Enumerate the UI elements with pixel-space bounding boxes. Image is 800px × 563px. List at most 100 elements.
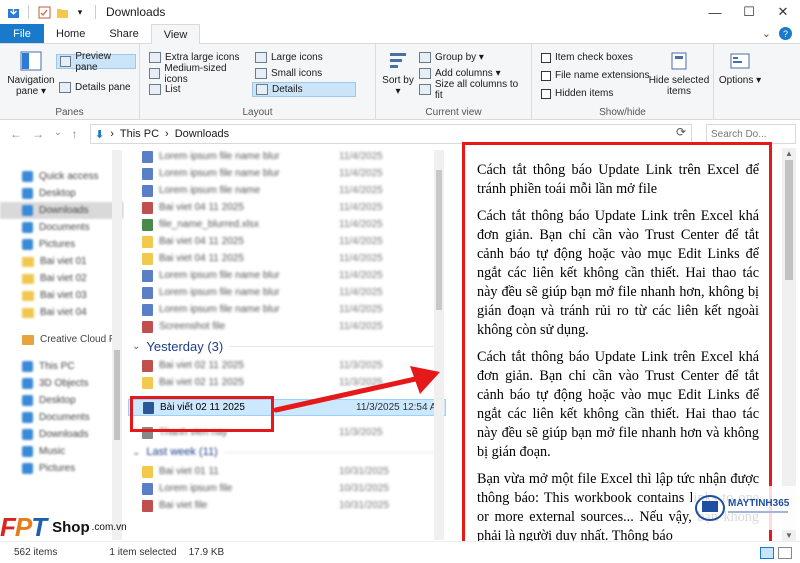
size-all-columns-button[interactable]: Size all columns to fit [416, 79, 530, 101]
scroll-down-icon[interactable]: ▼ [785, 531, 793, 540]
checkbox[interactable] [541, 70, 551, 81]
collapse-ribbon-icon[interactable]: ⌄ [762, 27, 771, 40]
folder-icon [22, 256, 34, 267]
tab-view[interactable]: View [150, 24, 201, 45]
list-item[interactable]: Lorem ipsum file 10/31/2025 [128, 480, 446, 497]
large-icons-view-icon[interactable] [778, 546, 792, 559]
hide-selected-items-button[interactable]: Hide selected items [648, 50, 710, 97]
breadcrumb[interactable]: ⬇ › This PC › Downloads [90, 124, 692, 144]
options-button[interactable]: Options ▾ [718, 50, 762, 86]
nav-item-3d-objects[interactable]: 3D Objects [0, 375, 124, 392]
collapse-chevron-icon[interactable]: ⌄ [132, 341, 140, 352]
scrollbar-thumb[interactable] [114, 350, 120, 440]
file-list-scrollbar[interactable] [434, 150, 444, 540]
list-item[interactable]: Lorem ipsum file name blur 11/4/2025 [128, 148, 446, 165]
forward-arrow-icon[interactable]: → [32, 127, 44, 141]
list-item[interactable]: file_name_blurred.xlsx 11/4/2025 [128, 216, 446, 233]
checkbox[interactable] [541, 88, 551, 99]
breadcrumb-downloads[interactable]: Downloads [175, 128, 229, 140]
new-folder-icon[interactable] [55, 5, 69, 19]
breadcrumb-separator-icon: › [165, 128, 169, 140]
list-item[interactable]: Bai viet file 10/31/2025 [128, 497, 446, 514]
folder-icon [142, 465, 153, 478]
list-item[interactable]: Lorem ipsum file name blur 11/4/2025 [128, 301, 446, 318]
navigation-pane: Quick access Desktop Downloads Documents… [0, 148, 124, 541]
tab-home[interactable]: Home [44, 24, 97, 43]
nav-item-documents[interactable]: Documents [0, 409, 124, 426]
nav-item-creative-cloud[interactable]: Creative Cloud F [0, 331, 124, 348]
list-item[interactable]: Lorem ipsum file name 11/4/2025 [128, 182, 446, 199]
item-check-boxes-toggle[interactable]: Item check boxes [538, 50, 636, 65]
nav-item-folder[interactable]: Bai viet 02 [0, 270, 124, 287]
list-item[interactable]: Bai viet 04 11 2025 11/4/2025 [128, 250, 446, 267]
group-header-yesterday[interactable]: ⌄ Yesterday (3) [128, 335, 446, 357]
preview-scrollbar[interactable]: ▲ ▼ [782, 148, 796, 541]
tab-file[interactable]: File [0, 24, 44, 43]
scroll-up-icon[interactable]: ▲ [785, 149, 793, 158]
tab-share[interactable]: Share [97, 24, 150, 43]
layout-list[interactable]: List [146, 82, 250, 97]
nav-item-pictures[interactable]: Pictures [0, 236, 124, 253]
panes-group: Navigation pane ▾ Preview pane Details p… [0, 44, 140, 120]
maximize-button[interactable]: ☐ [732, 0, 766, 24]
checkbox[interactable] [541, 52, 551, 63]
recent-dropdown-icon[interactable]: ⌄ [54, 127, 62, 141]
layout-medium-icons[interactable]: Medium-sized icons [146, 63, 250, 85]
layout-small-icons[interactable]: Small icons [252, 66, 356, 81]
music-icon [22, 446, 33, 457]
file-name-extensions-toggle[interactable]: File name extensions [538, 68, 653, 83]
sort-by-button[interactable]: Sort by ▾ [382, 50, 414, 97]
nav-item-pictures[interactable]: Pictures [0, 460, 124, 477]
nav-item-desktop[interactable]: Desktop [0, 392, 124, 409]
folder-down-icon[interactable] [6, 5, 20, 19]
properties-icon[interactable] [37, 5, 51, 19]
layout-large-icons[interactable]: Large icons [252, 50, 356, 65]
panes-group-label: Panes [55, 107, 84, 118]
back-arrow-icon[interactable]: ← [10, 127, 22, 141]
nav-item-downloads[interactable]: Downloads [0, 426, 124, 443]
word-file-icon [142, 303, 153, 316]
help-icon[interactable]: ? [779, 27, 792, 40]
collapse-chevron-icon[interactable]: ⌄ [132, 447, 140, 458]
preview-pane-button[interactable]: Preview pane [56, 51, 136, 73]
close-button[interactable]: ✕ [766, 0, 800, 24]
search-input[interactable]: Search Do... [706, 124, 796, 144]
scrollbar-thumb[interactable] [436, 170, 442, 310]
up-arrow-icon[interactable]: ↑ [72, 127, 78, 141]
file-date: 11/4/2025 [339, 253, 383, 264]
nav-item-quick-access[interactable]: Quick access [0, 168, 124, 185]
layout-details[interactable]: Details [252, 82, 356, 97]
list-item[interactable]: Lorem ipsum file name blur 11/4/2025 [128, 284, 446, 301]
refresh-icon[interactable]: ⟳ [676, 125, 686, 139]
nav-item-music[interactable]: Music [0, 443, 124, 460]
list-item[interactable]: Screenshot file 11/4/2025 [128, 318, 446, 335]
nav-item-this-pc[interactable]: This PC [0, 358, 124, 375]
list-item[interactable]: Bai viet 04 11 2025 11/4/2025 [128, 233, 446, 250]
nav-item-downloads[interactable]: Downloads [0, 202, 124, 219]
details-pane-button[interactable]: Details pane [56, 80, 136, 95]
nav-pane-scrollbar[interactable] [112, 150, 122, 540]
nav-item-desktop[interactable]: Desktop [0, 185, 124, 202]
group-by-button[interactable]: Group by ▾ [416, 50, 528, 65]
hidden-items-toggle[interactable]: Hidden items [538, 86, 616, 101]
list-item[interactable]: Lorem ipsum file name blur 11/4/2025 [128, 267, 446, 284]
nav-item-folder[interactable]: Bai viet 01 [0, 253, 124, 270]
details-view-icon[interactable] [760, 546, 774, 559]
scrollbar-thumb[interactable] [785, 160, 793, 280]
fpt-shop-logo: FPT Shop .com.vn [0, 512, 127, 543]
nav-item-documents[interactable]: Documents [0, 219, 124, 236]
nav-item-folder[interactable]: Bai viet 04 [0, 304, 124, 321]
breadcrumb-this-pc[interactable]: This PC [120, 128, 159, 140]
navigation-pane-button[interactable]: Navigation pane ▾ [6, 50, 56, 97]
group-by-icon [419, 52, 431, 63]
file-icon [142, 218, 153, 231]
nav-item-folder[interactable]: Bai viet 03 [0, 287, 124, 304]
list-item[interactable]: Bai viet 01 11 10/31/2025 [128, 463, 446, 480]
list-item[interactable]: Lorem ipsum file name blur 11/4/2025 [128, 165, 446, 182]
list-item[interactable]: Bai viet 04 11 2025 11/4/2025 [128, 199, 446, 216]
customize-dropdown-icon[interactable]: ▾ [73, 5, 87, 19]
group-header-last-week[interactable]: ⌄ Last week (11) [128, 441, 446, 463]
minimize-button[interactable]: — [698, 0, 732, 24]
